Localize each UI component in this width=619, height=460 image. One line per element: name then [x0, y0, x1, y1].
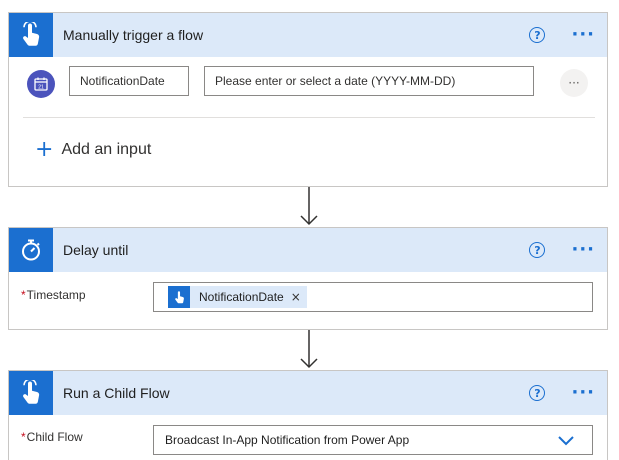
- trigger-card-title: Manually trigger a flow: [63, 27, 204, 43]
- child-flow-selected-value: Broadcast In-App Notification from Power…: [165, 433, 410, 447]
- trigger-card-header[interactable]: Manually trigger a flow ? ···: [9, 13, 607, 57]
- input-value-field[interactable]: Please enter or select a date (YYYY-MM-D…: [204, 66, 534, 96]
- help-icon[interactable]: ?: [529, 27, 546, 43]
- child-flow-card: Run a Child Flow ? ··· *Child Flow Broad…: [8, 370, 608, 460]
- input-name-field[interactable]: NotificationDate: [69, 66, 189, 96]
- touch-icon: [9, 371, 53, 415]
- more-icon[interactable]: ···: [571, 26, 595, 44]
- timestamp-label: *Timestamp: [21, 288, 86, 302]
- help-icon[interactable]: ?: [529, 242, 546, 258]
- touch-icon: [168, 286, 190, 308]
- remove-icon[interactable]: ×: [291, 290, 301, 304]
- child-flow-card-header[interactable]: Run a Child Flow ? ···: [9, 371, 607, 415]
- connector-arrow: [300, 187, 318, 226]
- token-label: NotificationDate: [199, 290, 284, 304]
- calendar-icon: 21: [27, 70, 55, 98]
- child-flow-label-text: Child Flow: [26, 430, 83, 444]
- stopwatch-icon: [9, 228, 53, 272]
- required-marker: *: [21, 430, 26, 444]
- timestamp-label-text: Timestamp: [26, 288, 86, 302]
- input-options-button[interactable]: ···: [560, 69, 588, 97]
- delay-card-header[interactable]: Delay until ? ···: [9, 228, 607, 272]
- add-input-label: Add an input: [61, 141, 152, 158]
- connector-arrow: [300, 330, 318, 369]
- child-flow-card-title: Run a Child Flow: [63, 385, 170, 401]
- help-icon[interactable]: ?: [529, 385, 546, 401]
- add-input-button[interactable]: + Add an input: [35, 139, 151, 161]
- delay-card: Delay until ? ··· *Timestamp Notificatio…: [8, 227, 608, 330]
- dynamic-content-token[interactable]: NotificationDate ×: [168, 286, 307, 308]
- timestamp-field[interactable]: NotificationDate ×: [153, 282, 593, 312]
- child-flow-label: *Child Flow: [21, 430, 83, 444]
- touch-icon: [9, 13, 53, 57]
- divider: [23, 117, 595, 118]
- more-icon[interactable]: ···: [571, 384, 595, 402]
- svg-text:21: 21: [38, 85, 44, 91]
- delay-card-title: Delay until: [63, 242, 129, 258]
- chevron-down-icon[interactable]: [558, 434, 574, 446]
- child-flow-select[interactable]: Broadcast In-App Notification from Power…: [153, 425, 593, 455]
- plus-icon: +: [35, 137, 54, 162]
- trigger-card: Manually trigger a flow ? ··· 21 Notific…: [8, 12, 608, 187]
- required-marker: *: [21, 288, 26, 302]
- flow-designer-canvas: Manually trigger a flow ? ··· 21 Notific…: [0, 0, 619, 460]
- more-icon[interactable]: ···: [571, 241, 595, 259]
